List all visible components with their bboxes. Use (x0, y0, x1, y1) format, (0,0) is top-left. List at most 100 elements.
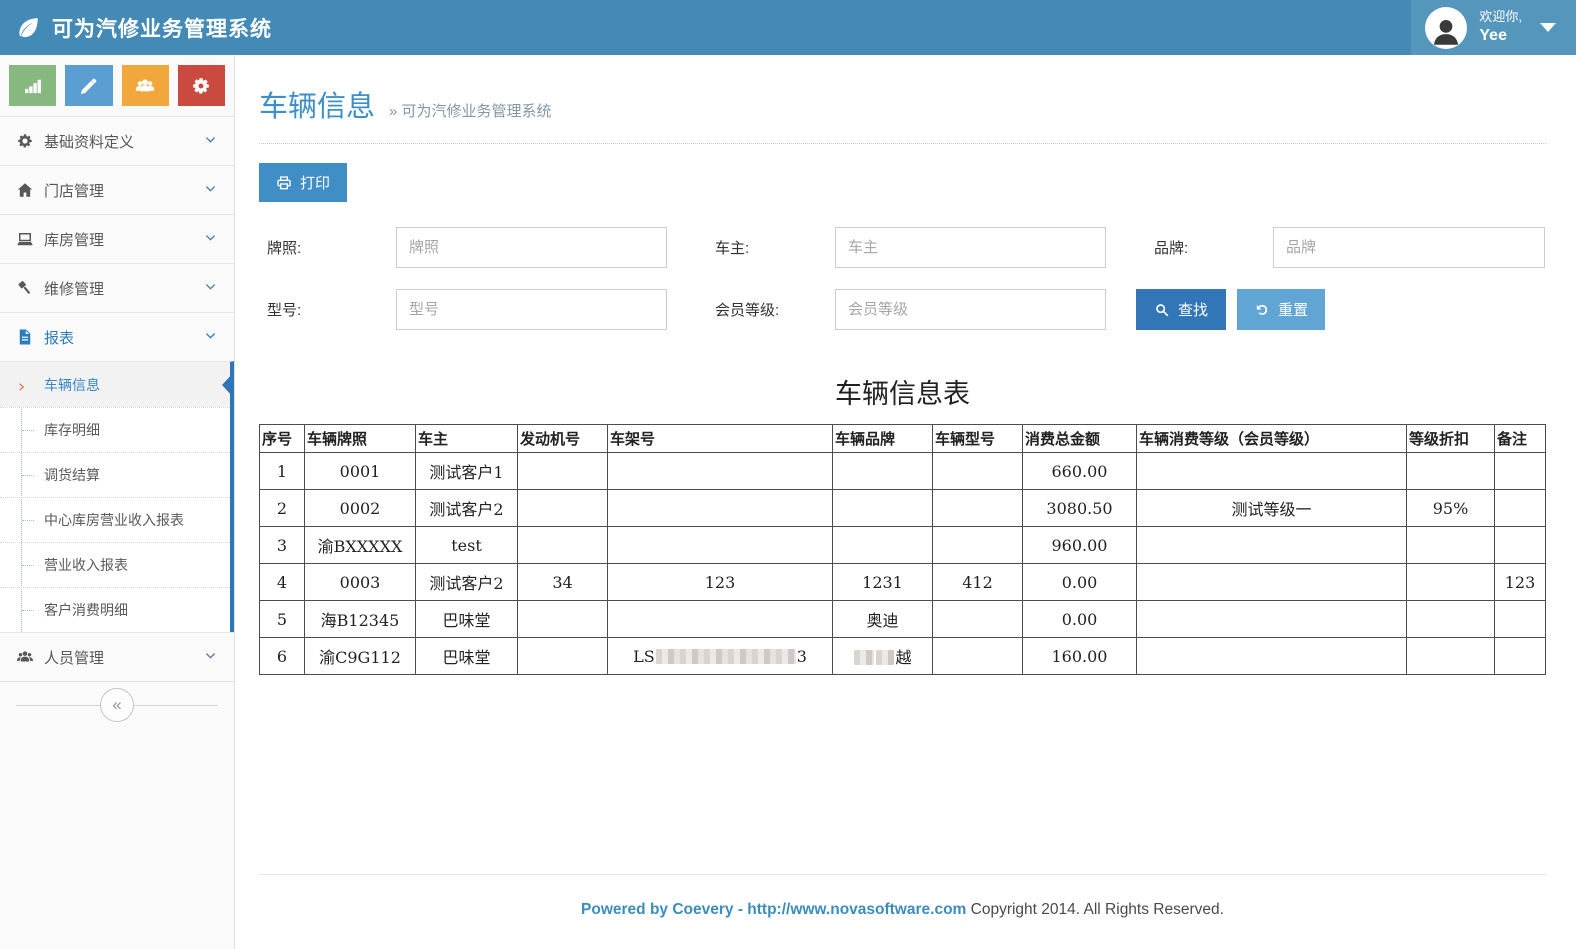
sidebar-item-vehicle-info[interactable]: 车辆信息 (0, 362, 230, 407)
table-cell: 412 (933, 564, 1023, 601)
sidebar-item-label: 基础资料定义 (44, 131, 134, 152)
main-content: 车辆信息 » 可为汽修业务管理系统 打印 牌照: 车主: 品牌: 型号: 会员等… (235, 55, 1576, 949)
sidebar-item-personnel-mgmt[interactable]: 人员管理 (0, 632, 234, 681)
table-cell (933, 490, 1023, 527)
user-menu[interactable]: 欢迎你, Yee (1411, 0, 1576, 55)
gavel-icon (16, 279, 44, 297)
column-header: 车主 (416, 425, 518, 453)
sidebar-item-repair-mgmt[interactable]: 维修管理 (0, 263, 234, 312)
chevron-down-icon (203, 181, 218, 200)
table-cell: 4 (260, 564, 305, 601)
table-cell: 2 (260, 490, 305, 527)
search-icon (1154, 302, 1170, 318)
owner-label: 车主: (667, 237, 835, 258)
reset-button-label: 重置 (1278, 299, 1308, 320)
users-shortcut-button[interactable] (122, 65, 169, 106)
signal-icon (23, 76, 43, 96)
table-cell (1407, 601, 1495, 638)
dash-icon (22, 475, 34, 476)
avatar (1425, 7, 1467, 49)
table-cell (933, 601, 1023, 638)
table-cell: 1231 (833, 564, 933, 601)
sidebar-item-customer-consumption[interactable]: 客户消费明细 (0, 587, 230, 632)
print-button[interactable]: 打印 (259, 163, 347, 202)
sidebar-item-transfer-settlement[interactable]: 调货结算 (0, 452, 230, 497)
table-cell: 160.00 (1023, 638, 1137, 675)
table-cell (1407, 453, 1495, 490)
member-level-label: 会员等级: (667, 299, 835, 320)
pencil-icon (79, 76, 99, 96)
table-cell (1495, 601, 1546, 638)
redacted-blur (656, 649, 796, 664)
table-row: 40003测试客户23412312314120.00123 (260, 564, 1546, 601)
brand-label: 品牌: (1106, 237, 1273, 258)
table-cell: 测试客户1 (416, 453, 518, 490)
table-cell: 123 (608, 564, 833, 601)
sidebar-item-stock-detail[interactable]: 库存明细 (0, 407, 230, 452)
sidebar-item-central-warehouse-revenue[interactable]: 中心库房营业收入报表 (0, 497, 230, 542)
model-input[interactable] (396, 289, 667, 330)
column-header: 备注 (1495, 425, 1546, 453)
page-header: 车辆信息 » 可为汽修业务管理系统 (259, 69, 1546, 144)
gears-icon (191, 76, 211, 96)
person-icon (1429, 15, 1463, 49)
table-cell: 123 (1495, 564, 1546, 601)
column-header: 序号 (260, 425, 305, 453)
welcome-text: 欢迎你, Yee (1479, 9, 1522, 45)
table-cell (1495, 490, 1546, 527)
sidebar-item-revenue-report[interactable]: 营业收入报表 (0, 542, 230, 587)
table-cell (1137, 564, 1407, 601)
table-cell (1137, 527, 1407, 564)
table-cell (933, 527, 1023, 564)
reset-button[interactable]: 重置 (1237, 289, 1325, 330)
sidebar-item-label: 库房管理 (44, 229, 104, 250)
stats-shortcut-button[interactable] (9, 65, 56, 106)
table-cell: 0.00 (1023, 564, 1137, 601)
table-cell: 0.00 (1023, 601, 1137, 638)
table-cell: 奥迪 (833, 601, 933, 638)
table-cell: 越 (833, 638, 933, 675)
caret-down-icon (1540, 23, 1556, 32)
license-plate-input[interactable] (396, 227, 667, 268)
file-icon (16, 328, 44, 346)
reports-submenu: 车辆信息 库存明细 调货结算 中心库房营业收入报表 营业收入报表 (0, 361, 234, 632)
settings-shortcut-button[interactable] (178, 65, 225, 106)
table-cell (1137, 453, 1407, 490)
table-cell (1137, 638, 1407, 675)
search-button-label: 查找 (1178, 299, 1208, 320)
table-cell (1495, 638, 1546, 675)
table-cell: 测试等级一 (1137, 490, 1407, 527)
powered-by-link[interactable]: Powered by Coevery - http://www.novasoft… (581, 901, 966, 918)
table-cell (518, 638, 608, 675)
brand-input[interactable] (1273, 227, 1545, 268)
sidebar-collapse-button[interactable]: « (100, 688, 134, 722)
table-cell: 6 (260, 638, 305, 675)
sidebar-item-store-mgmt[interactable]: 门店管理 (0, 165, 234, 214)
table-cell: 海B12345 (305, 601, 416, 638)
dash-icon (22, 430, 34, 431)
table-cell: 660.00 (1023, 453, 1137, 490)
table-cell: 1 (260, 453, 305, 490)
table-cell (833, 453, 933, 490)
search-button[interactable]: 查找 (1136, 289, 1226, 330)
column-header: 车辆牌照 (305, 425, 416, 453)
member-level-input[interactable] (835, 289, 1106, 330)
sidebar-item-base-data[interactable]: 基础资料定义 (0, 116, 234, 165)
edit-shortcut-button[interactable] (65, 65, 112, 106)
printer-icon (276, 175, 292, 191)
laptop-icon (16, 230, 44, 248)
table-cell (518, 601, 608, 638)
sidebar-item-label: 营业收入报表 (44, 555, 128, 575)
breadcrumb: » 可为汽修业务管理系统 (389, 100, 552, 121)
page-title: 车辆信息 (259, 83, 375, 125)
sidebar-item-label: 人员管理 (44, 647, 104, 668)
table-cell (518, 527, 608, 564)
table-row: 20002测试客户23080.50测试等级一95% (260, 490, 1546, 527)
sidebar-menu: 基础资料定义 门店管理 库房管理 维修管理 报表 (0, 116, 234, 727)
sidebar-item-reports[interactable]: 报表 (0, 312, 234, 361)
table-cell: 34 (518, 564, 608, 601)
sidebar-item-warehouse-mgmt[interactable]: 库房管理 (0, 214, 234, 263)
redacted-blur (876, 650, 894, 665)
owner-input[interactable] (835, 227, 1106, 268)
column-header: 车辆型号 (933, 425, 1023, 453)
